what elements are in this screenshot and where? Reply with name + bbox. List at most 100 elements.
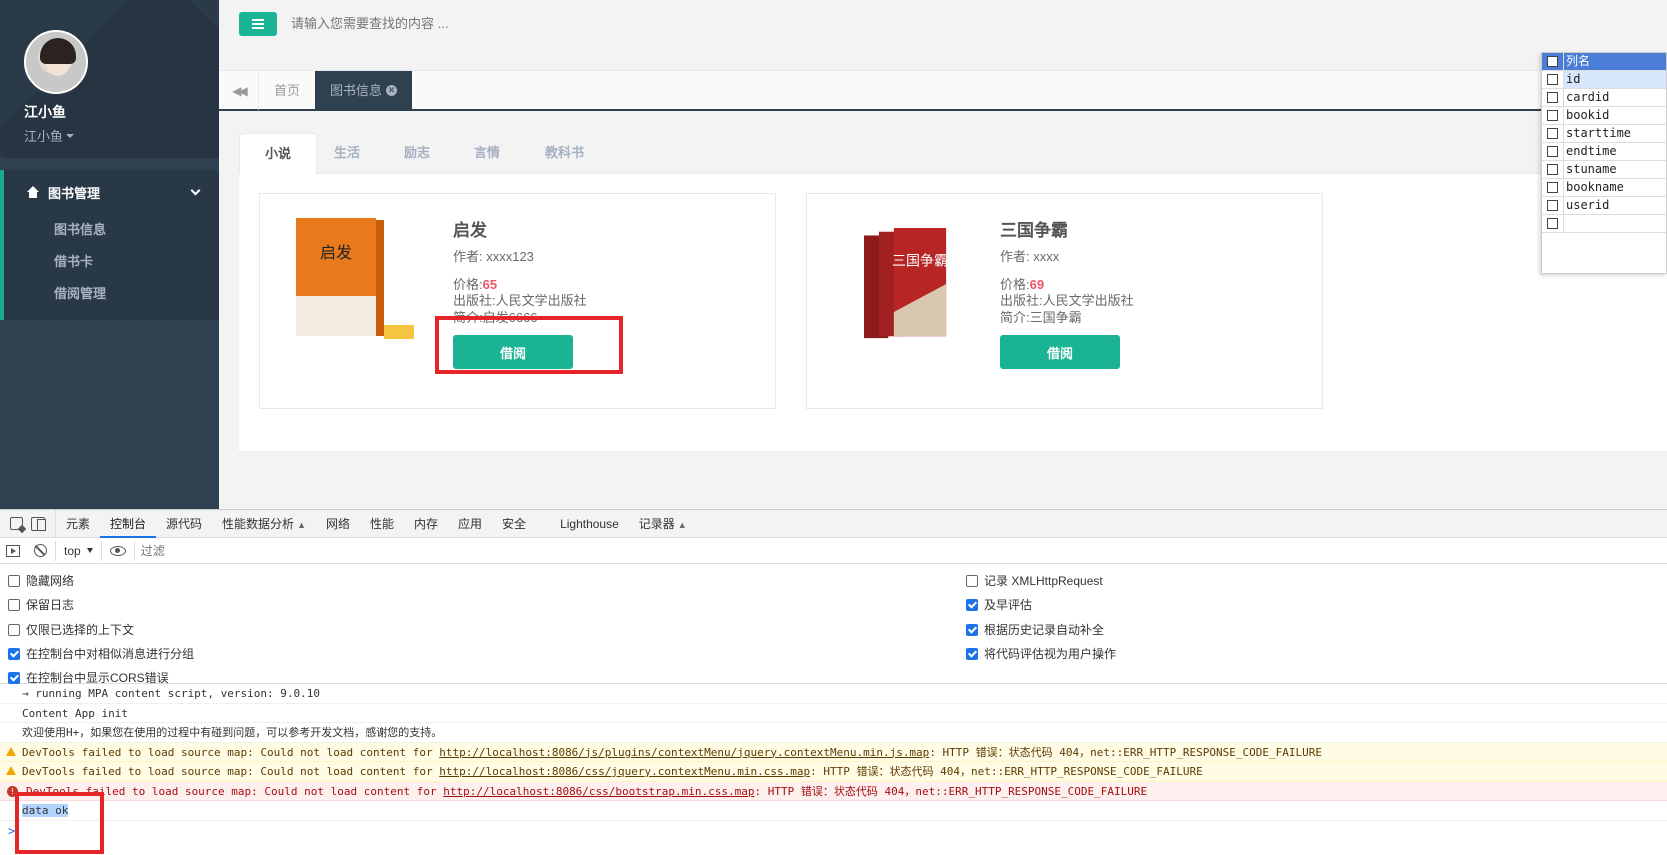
console-filter-input[interactable] — [133, 540, 434, 561]
checkbox[interactable] — [1547, 164, 1558, 175]
column-option[interactable]: bookname — [1542, 179, 1666, 197]
column-option[interactable]: stuname — [1542, 161, 1666, 179]
checkbox[interactable] — [1547, 128, 1558, 139]
book-intro: 简介:三国争霸 — [1000, 310, 1082, 325]
live-expression-eye-icon[interactable] — [109, 545, 126, 556]
checkbox[interactable] — [1547, 182, 1558, 193]
checkbox[interactable] — [966, 598, 978, 611]
checkbox[interactable] — [1547, 200, 1558, 211]
tab-category-novel[interactable]: 小说 — [239, 133, 318, 175]
tab-security[interactable]: 安全 — [492, 510, 536, 538]
checkbox[interactable] — [8, 574, 20, 587]
setting-user-activation-eval[interactable]: 将代码评估视为用户操作 — [966, 645, 1116, 662]
caret-down-icon — [66, 133, 75, 138]
profile: 江小鱼 江小鱼 — [0, 0, 219, 158]
console-sidebar-toggle-icon[interactable] — [6, 544, 20, 557]
column-option[interactable]: endtime — [1542, 143, 1666, 161]
sidebar-item-book-info[interactable]: 图书信息 — [4, 214, 219, 246]
checkbox[interactable] — [1547, 74, 1558, 85]
tab-book-info[interactable]: 图书信息 ✕ — [315, 71, 413, 110]
tab-category-life[interactable]: 生活 — [309, 133, 385, 175]
column-option-label: bookname — [1566, 180, 1624, 194]
book-author: 作者: xxxx — [1000, 249, 1060, 264]
tab-category-textbook[interactable]: 教科书 — [520, 133, 609, 175]
setting-selected-context-only[interactable]: 仅限已选择的上下文 — [8, 621, 134, 638]
tab-console[interactable]: 控制台 — [100, 510, 157, 538]
sidebar-group-label: 图书管理 — [48, 185, 101, 201]
clear-console-icon[interactable] — [34, 544, 47, 557]
column-option-label: starttime — [1566, 126, 1632, 140]
devtools-panel: 元素 控制台 源代码 性能数据分析 ▲ 网络 性能 内存 应用 安全 Lighth… — [0, 509, 1667, 855]
checkbox[interactable] — [1547, 56, 1558, 67]
column-option[interactable]: userid — [1542, 197, 1666, 215]
user-role-dropdown[interactable]: 江小鱼 — [24, 126, 219, 145]
tab-category-inspiration[interactable]: 励志 — [379, 133, 455, 175]
book-card: 启发 启发 作者: xxxx123 价格:65 出版社:人民文学出版社 简介:启… — [259, 193, 776, 409]
setting-eager-evaluation[interactable]: 及早评估 — [966, 596, 1032, 613]
search-input[interactable] — [291, 16, 691, 31]
tabs-back-button[interactable]: ◀◀ — [219, 71, 259, 110]
tab-performance-insights[interactable]: 性能数据分析 ▲ — [212, 510, 316, 538]
tab-home[interactable]: 首页 — [259, 71, 315, 110]
tab-recorder[interactable]: 记录器 ▲ — [629, 510, 697, 538]
setting-preserve-log[interactable]: 保留日志 — [8, 596, 74, 613]
message-text: : HTTP 错误：状态代码 404，net::ERR_HTTP_RESPONS… — [929, 745, 1322, 759]
sidebar-item-borrow-management[interactable]: 借阅管理 — [4, 278, 219, 310]
tab-sources[interactable]: 源代码 — [156, 510, 212, 538]
column-option[interactable]: id — [1542, 71, 1666, 89]
tab-elements[interactable]: 元素 — [56, 510, 100, 538]
column-option[interactable] — [1542, 215, 1666, 233]
dropdown-arrow-icon — [86, 548, 93, 553]
avatar[interactable] — [24, 30, 88, 94]
console-message: data ok — [0, 801, 1667, 821]
checkbox[interactable] — [8, 671, 20, 684]
sidebar-group-book-management[interactable]: 图书管理 — [4, 170, 219, 214]
tab-lighthouse[interactable]: Lighthouse — [550, 510, 629, 538]
close-icon[interactable]: ✕ — [386, 85, 398, 96]
tab-network[interactable]: 网络 — [316, 510, 360, 538]
checkbox[interactable] — [8, 623, 20, 636]
checkbox[interactable] — [1547, 218, 1558, 229]
tab-label: 性能数据分析 — [222, 516, 295, 531]
source-map-link[interactable]: http://localhost:8086/css/bootstrap.min.… — [443, 785, 754, 798]
checkbox[interactable] — [1547, 146, 1558, 157]
context-selector[interactable]: top — [55, 540, 102, 561]
checkbox[interactable] — [966, 647, 978, 660]
console-message: → running MPA content script, version: 9… — [0, 684, 1667, 704]
setting-hide-network[interactable]: 隐藏网络 — [8, 572, 74, 589]
checkbox[interactable] — [8, 598, 20, 611]
menu-toggle-button[interactable] — [239, 12, 277, 36]
tab-category-romance[interactable]: 言情 — [449, 133, 525, 175]
console-prompt[interactable]: > — [0, 821, 1667, 841]
setting-label: 隐藏网络 — [26, 574, 75, 588]
book-title: 三国争霸 — [1000, 221, 1068, 240]
source-map-link[interactable]: http://localhost:8086/css/jquery.context… — [439, 765, 810, 778]
column-chooser-header: 列名 — [1542, 53, 1666, 71]
checkbox[interactable] — [966, 623, 978, 636]
inspect-element-icon[interactable] — [10, 517, 23, 530]
annotation-highlight-box — [435, 316, 623, 374]
column-option[interactable]: starttime — [1542, 125, 1666, 143]
warning-icon — [6, 766, 16, 775]
book-cover-title: 三国争霸 — [892, 253, 948, 269]
tab-application[interactable]: 应用 — [448, 510, 492, 538]
setting-autocomplete-history[interactable]: 根据历史记录自动补全 — [966, 621, 1104, 638]
console-settings: 隐藏网络 保留日志 仅限已选择的上下文 在控制台中对相似消息进行分组 在控制台中… — [0, 564, 1667, 685]
console-toolbar: top — [0, 538, 1667, 564]
column-option[interactable]: bookid — [1542, 107, 1666, 125]
double-left-arrow-icon: ◀◀ — [232, 83, 248, 98]
checkbox[interactable] — [1547, 110, 1558, 121]
column-option[interactable]: cardid — [1542, 89, 1666, 107]
tab-performance[interactable]: 性能 — [360, 510, 404, 538]
checkbox[interactable] — [8, 647, 20, 660]
book-title: 启发 — [453, 221, 487, 240]
checkbox[interactable] — [1547, 92, 1558, 103]
sidebar-item-library-card[interactable]: 借书卡 — [4, 246, 219, 278]
device-toolbar-icon[interactable] — [31, 516, 46, 531]
source-map-link[interactable]: http://localhost:8086/js/plugins/context… — [439, 746, 929, 759]
setting-log-xhr[interactable]: 记录 XMLHttpRequest — [966, 572, 1103, 589]
borrow-button[interactable]: 借阅 — [1000, 335, 1120, 369]
checkbox[interactable] — [966, 574, 978, 587]
setting-group-similar[interactable]: 在控制台中对相似消息进行分组 — [8, 645, 194, 662]
tab-memory[interactable]: 内存 — [404, 510, 448, 538]
